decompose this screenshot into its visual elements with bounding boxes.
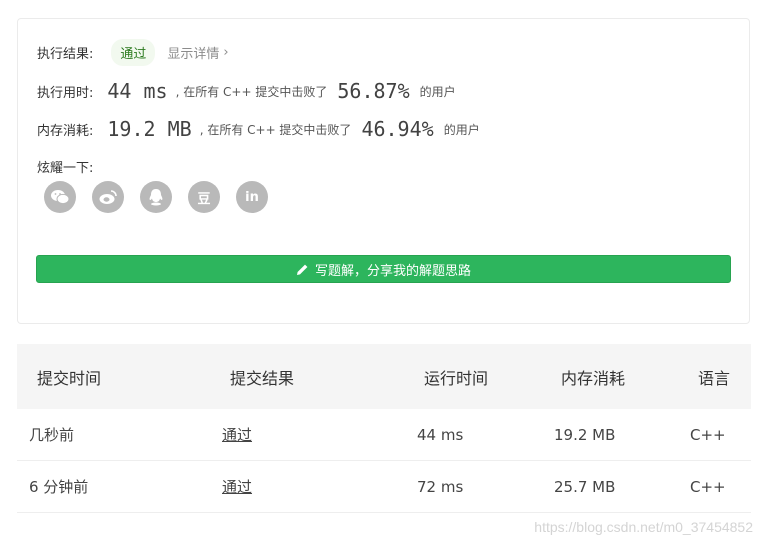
cell-submit-time: 几秒前 <box>29 426 75 444</box>
memory-value: 19.2 MB <box>107 117 192 141</box>
show-details-link[interactable]: 显示详情 <box>167 43 219 62</box>
write-solution-button[interactable]: 写题解，分享我的解题思路 <box>36 255 731 283</box>
header-runtime: 运行时间 <box>424 368 489 388</box>
cell-submit-result-link[interactable]: 通过 <box>222 461 252 512</box>
runtime-users-text: 的用户 <box>419 84 456 99</box>
memory-percent: 46.94% <box>361 117 434 141</box>
chevron-right-icon[interactable]: › <box>223 45 228 60</box>
wechat-icon[interactable] <box>44 181 76 213</box>
cell-runtime: 72 ms <box>417 477 464 496</box>
header-language: 语言 <box>698 368 731 388</box>
result-label: 执行结果: <box>37 47 94 62</box>
runtime-percent: 56.87% <box>337 79 410 103</box>
result-row: 执行结果: 通过 显示详情 › <box>37 39 229 66</box>
runtime-label: 执行用时: <box>37 85 94 101</box>
header-submit-result: 提交结果 <box>230 368 295 388</box>
cell-language: C++ <box>690 477 726 496</box>
qq-icon[interactable] <box>140 181 172 213</box>
runtime-row: 执行用时: 44 ms , 在所有 C++ 提交中击败了 56.87% 的用户 <box>37 79 456 103</box>
linkedin-icon[interactable]: in <box>236 181 268 213</box>
header-submit-time: 提交时间 <box>37 368 102 388</box>
memory-users-text: 的用户 <box>443 122 480 137</box>
cell-submit-result-link[interactable]: 通过 <box>222 409 252 460</box>
submissions-table: 提交时间 提交结果 运行时间 内存消耗 语言 几秒前 通过 44 ms 19.2… <box>17 344 751 513</box>
table-row[interactable]: 6 分钟前 通过 72 ms 25.7 MB C++ <box>17 461 751 513</box>
weibo-icon[interactable] <box>92 181 124 213</box>
cell-memory: 19.2 MB <box>554 425 616 444</box>
memory-label: 内存消耗: <box>37 123 94 139</box>
cell-runtime: 44 ms <box>417 425 464 444</box>
cell-submit-time: 6 分钟前 <box>29 478 89 496</box>
share-row: 炫耀一下: <box>37 157 93 176</box>
cell-memory: 25.7 MB <box>554 477 616 496</box>
memory-beat-text: , 在所有 C++ 提交中击败了 <box>199 122 352 137</box>
memory-row: 内存消耗: 19.2 MB , 在所有 C++ 提交中击败了 46.94% 的用… <box>37 117 480 141</box>
table-row[interactable]: 几秒前 通过 44 ms 19.2 MB C++ <box>17 409 751 461</box>
table-header: 提交时间 提交结果 运行时间 内存消耗 语言 <box>17 344 751 409</box>
write-solution-label: 写题解，分享我的解题思路 <box>314 263 471 279</box>
runtime-beat-text: , 在所有 C++ 提交中击败了 <box>175 84 328 99</box>
header-memory: 内存消耗 <box>561 368 626 388</box>
watermark-text: https://blog.csdn.net/m0_37454852 <box>534 519 753 535</box>
submission-result-card: 执行结果: 通过 显示详情 › 执行用时: 44 ms , 在所有 C++ 提交… <box>17 18 750 324</box>
pencil-icon <box>296 264 308 275</box>
status-badge: 通过 <box>111 39 156 66</box>
runtime-value: 44 ms <box>107 79 168 103</box>
cell-language: C++ <box>690 425 726 444</box>
share-icons: 豆 in <box>44 181 268 213</box>
share-label: 炫耀一下: <box>37 161 94 176</box>
douban-icon[interactable]: 豆 <box>188 181 220 213</box>
